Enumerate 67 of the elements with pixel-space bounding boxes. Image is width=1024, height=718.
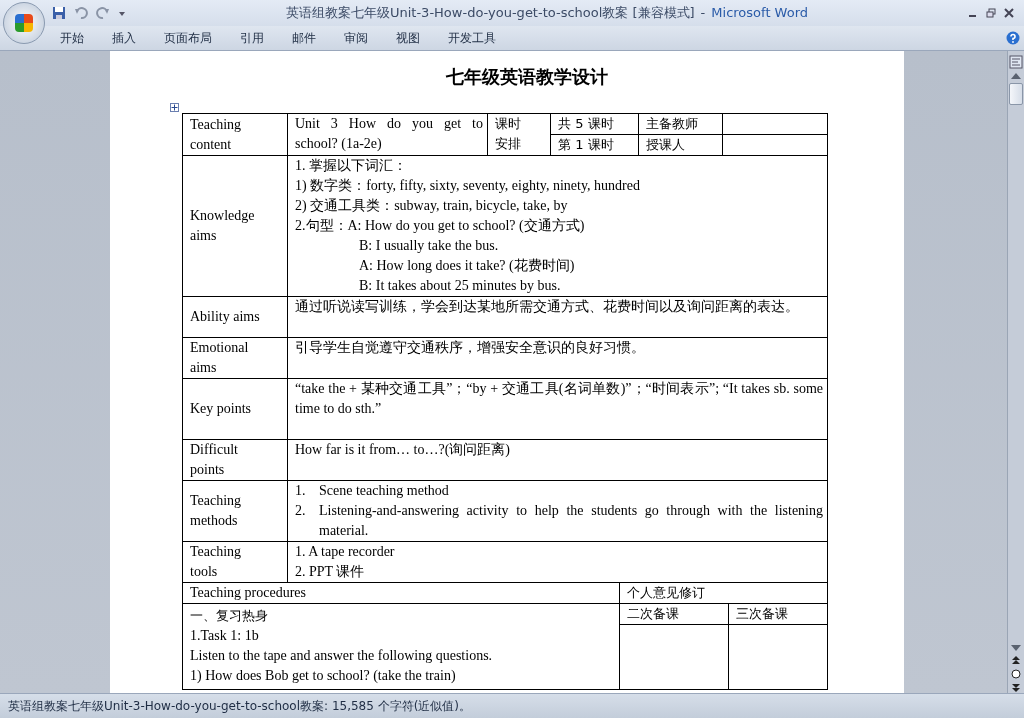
dropdown-icon[interactable]	[118, 9, 126, 17]
cell-text-line: Listen to the tape and answer the following questions.	[190, 647, 494, 665]
status-text: 英语组教案七年级Unit-3-How-do-you-get-to-school教案: 15,585 个字符(近似值)。	[8, 697, 472, 715]
table-cell: 共 5 课时	[550, 113, 639, 135]
document-title: 七年级英语教学设计	[445, 65, 609, 89]
help-icon[interactable]	[1006, 31, 1020, 45]
browse-object-icon[interactable]	[1011, 669, 1021, 679]
list-number: 1.	[295, 482, 307, 500]
restore-icon[interactable]	[986, 8, 996, 18]
cell-paragraph: 通过听说读写训练，学会到达某地所需交通方式、花费时间以及询问距离的表达。	[295, 298, 800, 316]
table-cell: Teaching methods	[182, 480, 288, 542]
office-button[interactable]	[3, 2, 45, 44]
close-icon[interactable]	[1004, 8, 1014, 18]
ribbon-tab[interactable]: 引用	[240, 29, 280, 47]
title-separator: -	[700, 5, 706, 20]
redo-icon[interactable]	[96, 6, 110, 20]
cell-text-line: B: It takes about 25 minutes by bus.	[358, 277, 562, 295]
cell-text-line: 2. PPT 课件	[295, 563, 366, 581]
cell-text-line: 1. 掌握以下词汇：	[295, 157, 408, 175]
cell-paragraph: “take the + 某种交通工具”；“by + 交通工具(名词单数)”；“时间表示”; “It takes sb. some time to do sth.”	[295, 380, 823, 418]
cell-text-line: B: I usually take the bus.	[358, 237, 500, 255]
table-cell: 二次备课	[619, 603, 729, 625]
list-item-text: Listening-and-answering activity to help the students go through with the listening material.	[319, 502, 823, 540]
cell-text-line: 1) How does Bob get to school? (take the train)	[190, 667, 457, 685]
table-cell: Teaching tools	[182, 541, 288, 583]
table-cell: 授课人	[638, 134, 723, 156]
table-cell: Teaching content	[182, 113, 288, 156]
ruler-toggle-icon[interactable]	[1009, 55, 1023, 69]
app-name: Microsoft Word	[711, 5, 809, 20]
table-cell: 三次备课	[728, 603, 828, 625]
cell-text-line: 2.句型：A: How do you get to school? (交通方式)	[295, 217, 586, 235]
table-cell: Key points	[182, 378, 288, 440]
ribbon-tab[interactable]: 开发工具	[448, 29, 512, 47]
ribbon-tab[interactable]: 审阅	[344, 29, 384, 47]
window-title: 英语组教案七年级Unit-3-How-do-you-get-to-school教案 [兼容模式]	[285, 5, 695, 20]
cell-text-line: 1. A tape recorder	[295, 543, 396, 561]
cell-paragraph: 引导学生自觉遵守交通秩序，增强安全意识的良好习惯。	[295, 339, 646, 357]
table-move-handle-icon[interactable]	[170, 103, 179, 112]
table-cell: 主备教师	[638, 113, 723, 135]
table-cell: Unit 3 How do you get to school? (1a-2e)	[287, 113, 488, 156]
list-item-text: Scene teaching method	[319, 482, 449, 500]
undo-icon[interactable]	[74, 6, 88, 20]
table-cell: 个人意见修订	[619, 583, 828, 604]
cell-text-line: 一、复习热身	[190, 607, 269, 625]
cell-text-line: 1) 数字类：forty, fifty, sixty, seventy, eighty, ninety, hundred	[295, 177, 641, 195]
cell-text-line: 2) 交通工具类：subway, train, bicycle, take, by	[295, 197, 569, 215]
cell-paragraph: How far is it from… to…?(询问距离)	[295, 441, 512, 459]
ribbon-tab[interactable]: 开始	[60, 29, 100, 47]
cell-text-line: A: How long does it take? (花费时间)	[358, 257, 576, 275]
ribbon-tab[interactable]: 插入	[112, 29, 152, 47]
table-cell: Knowledge aims	[182, 155, 288, 297]
cell-text-line: 1.Task 1: 1b	[190, 627, 260, 645]
ribbon-tab[interactable]: 邮件	[292, 29, 332, 47]
scroll-up-icon[interactable]	[1011, 73, 1021, 79]
list-number: 2.	[295, 502, 307, 520]
table-cell: Teaching procedures	[182, 583, 620, 604]
scroll-down-icon[interactable]	[1011, 645, 1021, 651]
ribbon-tab[interactable]: 视图	[396, 29, 436, 47]
previous-page-icon[interactable]	[1011, 655, 1021, 665]
scrollbar-thumb[interactable]	[1009, 83, 1023, 105]
save-icon[interactable]	[52, 6, 66, 20]
table-cell: 课时 安排	[487, 113, 551, 156]
table-cell: Ability aims	[182, 296, 288, 338]
table-cell: 第 1 课时	[550, 134, 639, 156]
ribbon-tab[interactable]: 页面布局	[164, 29, 228, 47]
table-cell: Difficult points	[182, 439, 288, 481]
table-cell: Emotional aims	[182, 337, 288, 379]
